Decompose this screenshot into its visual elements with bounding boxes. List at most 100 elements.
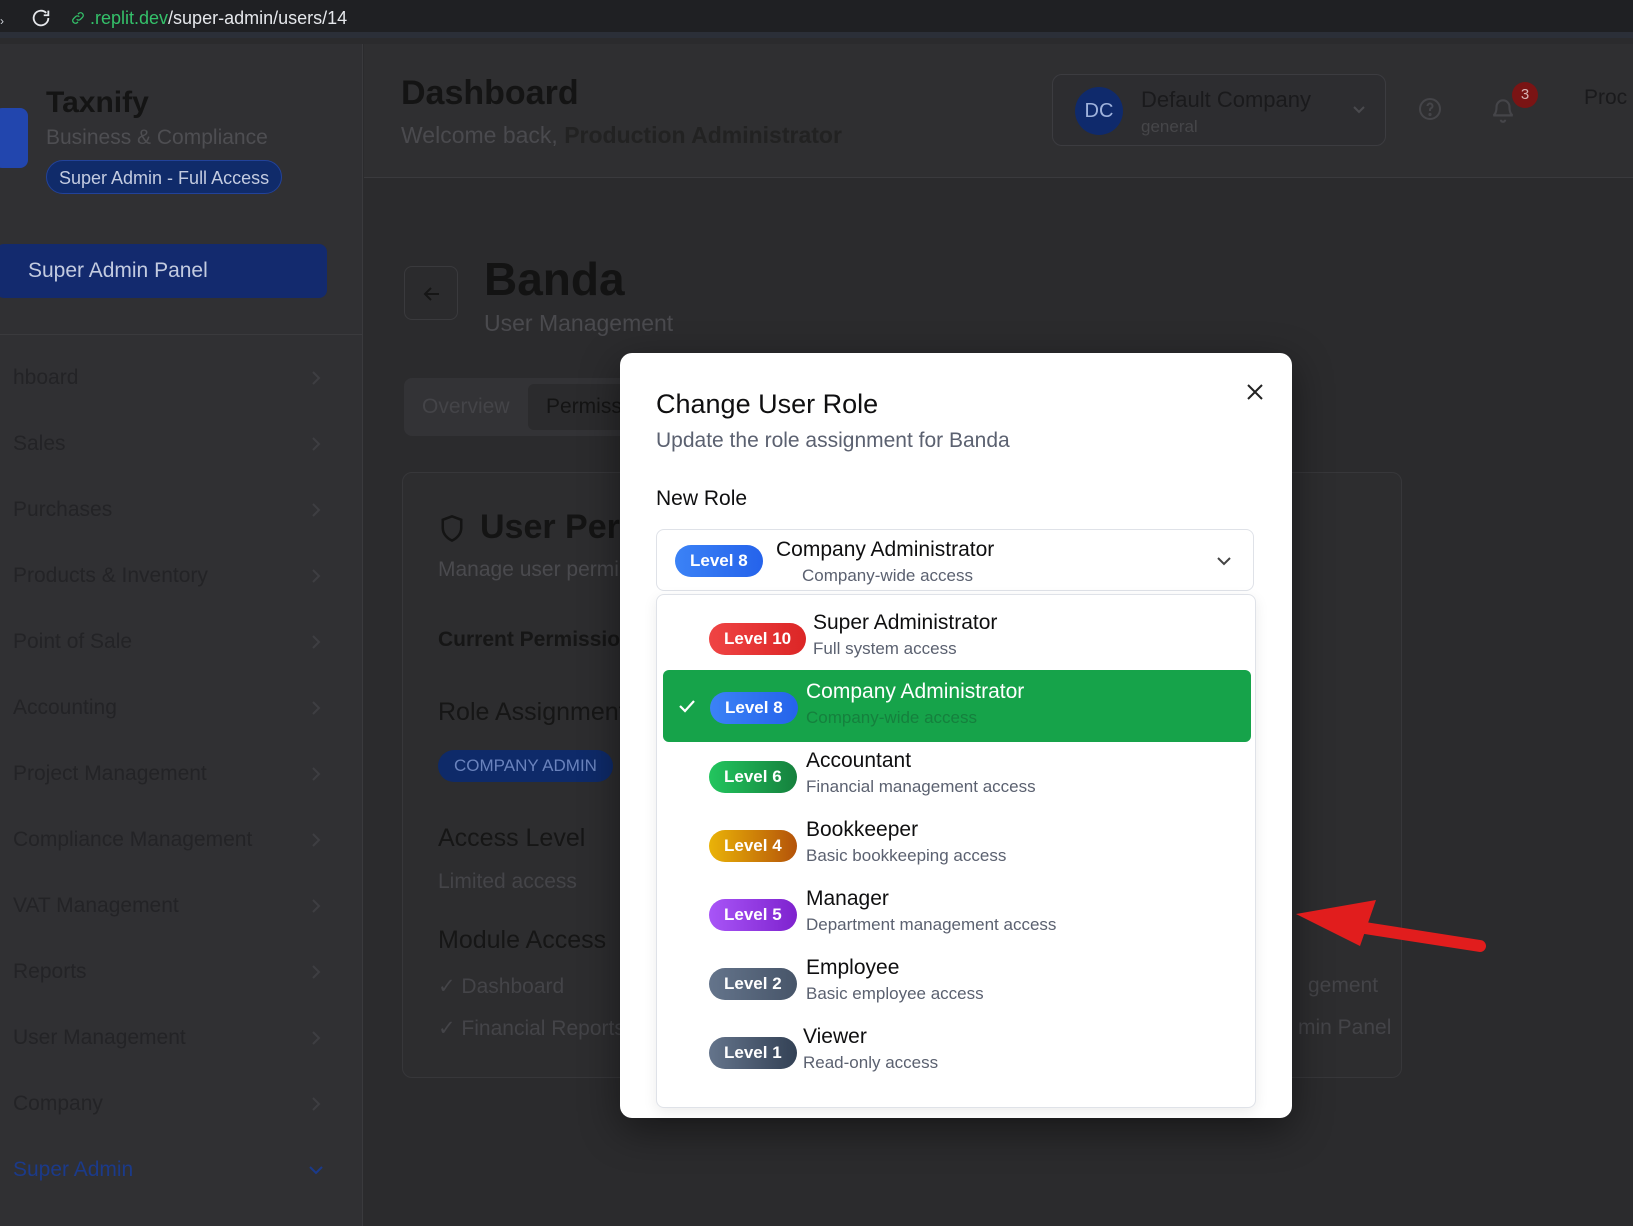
sidebar-item-label: Reports	[13, 960, 87, 983]
current-user-name: Production Administrator	[564, 122, 842, 148]
role-option-viewer[interactable]: Level 1 Viewer Read-only access	[663, 1015, 1251, 1087]
company-name: Default Company	[1141, 87, 1311, 112]
role-option-description: Department management access	[806, 915, 1057, 934]
chevron-down-icon	[1217, 557, 1231, 566]
sidebar-item-accounting[interactable]: Accounting	[13, 688, 323, 728]
access-badge: Super Admin - Full Access	[46, 160, 283, 194]
chevron-right-icon	[312, 503, 321, 517]
super-admin-panel-button[interactable]: Super Admin Panel	[0, 244, 327, 298]
access-level-heading: Access Level	[438, 824, 586, 852]
chevron-right-icon	[312, 899, 321, 913]
card-title: User Perr	[480, 508, 634, 546]
check-icon	[679, 700, 695, 713]
sidebar-item-super-admin[interactable]: Super Admin	[13, 1150, 323, 1190]
sidebar-item-vat-management[interactable]: VAT Management	[13, 886, 323, 926]
sidebar-item-label: VAT Management	[13, 894, 179, 917]
logo-icon	[0, 108, 28, 168]
arrow-left-icon	[423, 287, 439, 301]
chevron-right-icon	[312, 569, 321, 583]
chevron-down-icon	[1353, 106, 1365, 114]
sidebar-item-label: Products & Inventory	[13, 564, 208, 587]
module-access-heading: Module Access	[438, 926, 607, 954]
chevron-right-icon	[312, 371, 321, 385]
module-item: ✓ Financial Reports	[438, 1017, 625, 1040]
role-option-name: Super Administrator	[813, 611, 998, 634]
change-role-dialog: Change User Role Update the role assignm…	[620, 353, 1292, 1118]
chevron-right-icon	[312, 767, 321, 781]
shield-icon	[441, 514, 463, 542]
sidebar: Taxnify Business & Compliance Super Admi…	[0, 44, 363, 1226]
close-icon[interactable]	[1244, 381, 1266, 403]
level-badge: Level 8	[710, 692, 798, 724]
sidebar-item-reports[interactable]: Reports	[13, 952, 323, 992]
role-option-description: Financial management access	[806, 777, 1036, 796]
profile-menu[interactable]: Proc	[1584, 86, 1627, 110]
role-option-company-administrator[interactable]: Level 8 Company Administrator Company-wi…	[663, 670, 1251, 742]
selected-role-name: Company Administrator	[776, 538, 995, 561]
welcome-message: Welcome back, Production Administrator	[401, 122, 842, 149]
card-subtitle: Manage user permi	[438, 558, 619, 581]
top-header: Dashboard Welcome back, Production Admin…	[364, 44, 1633, 178]
role-option-name: Manager	[806, 887, 889, 910]
url-path: /super-admin/users/14	[168, 8, 348, 28]
user-name-heading: Banda	[484, 253, 625, 305]
sidebar-item-user-management[interactable]: User Management	[13, 1018, 323, 1058]
sidebar-item-products-inventory[interactable]: Products & Inventory	[13, 556, 323, 596]
address-bar[interactable]: .replit.dev/super-admin/users/14	[70, 8, 347, 29]
company-avatar: DC	[1075, 87, 1123, 135]
sidebar-item-company[interactable]: Company	[13, 1084, 323, 1124]
browser-toolbar: › .replit.dev/super-admin/users/14	[0, 0, 1633, 38]
module-item: gement	[1308, 974, 1379, 997]
chevron-down-icon	[309, 1166, 323, 1175]
sidebar-item-point-of-sale[interactable]: Point of Sale	[13, 622, 323, 662]
sidebar-item-purchases[interactable]: Purchases	[13, 490, 323, 530]
sidebar-item-label: Compliance Management	[13, 828, 253, 851]
level-badge: Level 2	[709, 968, 797, 1000]
company-type: general	[1141, 117, 1198, 136]
role-option-description: Basic employee access	[806, 984, 984, 1003]
link-icon	[72, 12, 84, 24]
role-option-accountant[interactable]: Level 6 Accountant Financial management …	[663, 739, 1251, 811]
module-item: ✓ Dashboard	[438, 975, 565, 998]
sidebar-item-dashboard[interactable]: hboard	[13, 358, 323, 398]
company-switcher[interactable]: DC Default Company general	[1052, 74, 1386, 146]
sidebar-item-label: Purchases	[13, 498, 113, 521]
brand-tagline: Business & Compliance	[46, 126, 268, 149]
role-option-bookkeeper[interactable]: Level 4 Bookkeeper Basic bookkeeping acc…	[663, 808, 1251, 880]
role-option-description: Read-only access	[803, 1053, 939, 1072]
role-assignment-heading: Role Assignment	[438, 698, 626, 726]
page-title: Dashboard	[401, 74, 579, 112]
selected-role-description: Company-wide access	[802, 566, 974, 585]
chevron-right-icon	[312, 833, 321, 847]
access-level-value: Limited access	[438, 870, 577, 893]
sidebar-item-label: Project Management	[13, 762, 207, 785]
sidebar-item-project-management[interactable]: Project Management	[13, 754, 323, 794]
chevron-right-icon	[312, 1031, 321, 1045]
sidebar-item-label: Point of Sale	[13, 630, 133, 653]
notification-count-badge: 3	[1512, 82, 1538, 108]
dialog-description: Update the role assignment for Banda	[656, 429, 1010, 452]
sidebar-item-label: hboard	[13, 366, 79, 389]
role-option-description: Company-wide access	[806, 708, 978, 727]
role-badge: COMPANY ADMIN	[438, 750, 613, 782]
role-option-description: Basic bookkeeping access	[806, 846, 1007, 865]
user-tabs: Overview Permiss	[404, 378, 654, 436]
sidebar-item-sales[interactable]: Sales	[13, 424, 323, 464]
level-badge: Level 6	[709, 761, 797, 793]
role-option-manager[interactable]: Level 5 Manager Department management ac…	[663, 877, 1251, 949]
dialog-title: Change User Role	[656, 389, 879, 419]
role-select[interactable]: Level 8 Company Administrator Company-wi…	[656, 529, 1254, 591]
role-option-name: Employee	[806, 956, 900, 979]
brand-name: Taxnify	[46, 86, 149, 119]
sidebar-item-label: Super Admin	[13, 1158, 134, 1181]
sidebar-item-compliance-management[interactable]: Compliance Management	[13, 820, 323, 860]
level-badge: Level 1	[709, 1037, 797, 1069]
tab-overview[interactable]: Overview	[422, 378, 510, 436]
back-button[interactable]	[404, 266, 458, 320]
reload-icon[interactable]	[30, 7, 52, 29]
role-option-super-administrator[interactable]: Level 10 Super Administrator Full system…	[663, 601, 1251, 673]
role-option-employee[interactable]: Level 2 Employee Basic employee access	[663, 946, 1251, 1018]
url-domain: .replit.dev	[90, 8, 169, 28]
role-option-name: Accountant	[806, 749, 912, 772]
help-icon[interactable]	[1418, 97, 1442, 121]
